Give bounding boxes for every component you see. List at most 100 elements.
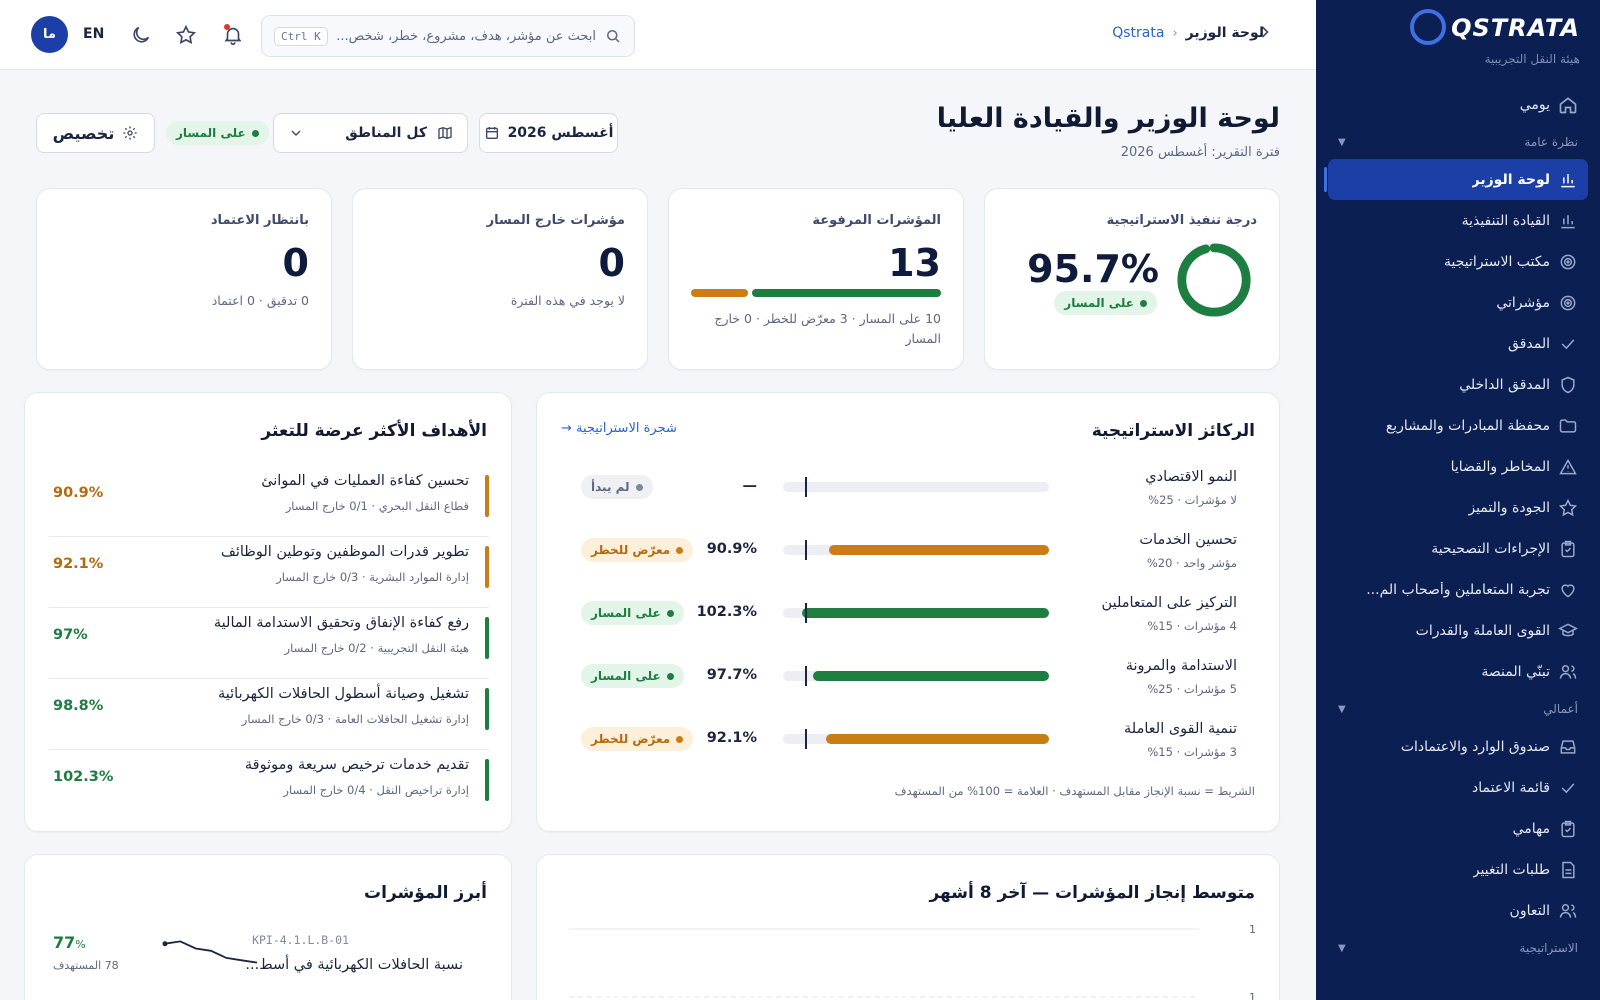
sidebar-section-header[interactable]: نظرة عامة ▼ (1328, 125, 1588, 159)
app-logo[interactable]: QSTRATA (1410, 8, 1580, 50)
goal-row[interactable]: تشغيل وصيانة أسطول الحافلات الكهربائية إد… (49, 680, 489, 750)
sidebar-item[interactable]: تجربة المتعاملين وأصحاب الم... (1328, 569, 1588, 610)
sidebar-item[interactable]: القيادة التنفيذية (1328, 200, 1588, 241)
kpi-card-execution[interactable]: درجة تنفيذ الاستراتيجية 95.7% على المسار (984, 188, 1280, 370)
chevron-down-icon (291, 130, 301, 136)
sidebar-item[interactable]: المدقق (1328, 323, 1588, 364)
main-content: لوحة الوزير ‹ Qstrata Ctrl K EN ما لوحة … (0, 0, 1316, 1000)
sidebar-item-label: تبنّي المنصة (1481, 663, 1550, 680)
pillar-row[interactable]: تحسين الخدمات مؤشر واحد · 20% 90.9% معرّض ل… (537, 530, 1267, 582)
pillars-legend-note: الشريط = نسبة الإنجاز مقابل المستهدف · ا… (894, 784, 1255, 798)
bar-chart-icon (1561, 215, 1575, 229)
status-dot (251, 129, 259, 137)
global-search[interactable]: Ctrl K (261, 15, 635, 57)
inbox-icon (1560, 740, 1576, 754)
goal-name: تطوير قدرات الموظفين وتوطين الوظائف (220, 544, 469, 560)
sidebar-item[interactable]: المخاطر والقضايا (1328, 446, 1588, 487)
sidebar-item-label: الإجراءات التصحيحية (1431, 540, 1550, 557)
star-icon[interactable] (175, 24, 197, 46)
target-marker (805, 477, 808, 497)
sidebar-item-label: صندوق الوارد والاعتمادات (1400, 738, 1550, 755)
pillar-progress-track (783, 603, 1049, 623)
sidebar-item[interactable]: الإجراءات التصحيحية (1328, 528, 1588, 569)
sidebar-item-label: الجودة والتميز (1468, 499, 1550, 516)
clipboard-check-icon (1561, 540, 1575, 558)
search-icon (607, 30, 620, 43)
home-icon (1559, 97, 1577, 114)
search-input[interactable] (335, 28, 596, 44)
sidebar-item[interactable]: التعاون (1328, 890, 1588, 931)
status-badge: لم يبدأ (581, 475, 653, 499)
sidebar-item[interactable]: تبنّي المنصة (1328, 651, 1588, 692)
pillar-row[interactable]: الاستدامة والمرونة 5 مؤشرات · 25% 97.7% على… (537, 656, 1267, 708)
goal-percent: 98.8% (53, 698, 104, 714)
region-select[interactable]: كل المناطق (273, 113, 468, 153)
goal-row[interactable]: تطوير قدرات الموظفين وتوطين الوظائف إدارة… (49, 538, 489, 608)
pillar-progress-fill (826, 734, 1049, 744)
kpi-value: 13 (888, 241, 941, 285)
sidebar-item[interactable]: الجودة والتميز (1328, 487, 1588, 528)
pillar-row[interactable]: تنمية القوى العاملة 3 مؤشرات · 15% 92.1% مع… (537, 719, 1267, 771)
goal-row[interactable]: تحسين كفاءة العمليات في الموانئ قطاع النق… (49, 467, 489, 537)
users-icon (1559, 665, 1577, 679)
pillar-progress-track (783, 540, 1049, 560)
goal-percent: 102.3% (53, 769, 114, 785)
pillar-name: تنمية القوى العاملة (1124, 721, 1237, 737)
pillar-progress-track (783, 666, 1049, 686)
sidebar-item-home[interactable]: يومي (1328, 84, 1588, 125)
sidebar-item[interactable]: القوى العاملة والقدرات (1328, 610, 1588, 651)
check-icon (1561, 339, 1575, 350)
region-select-label: كل المناطق (345, 125, 427, 141)
panel-title: الأهداف الأكثر عرضة للتعثر (261, 421, 487, 441)
avatar[interactable]: ما (31, 16, 68, 53)
gauge-arc (1177, 243, 1251, 317)
sidebar-item[interactable]: مكتب الاستراتيجية (1328, 241, 1588, 282)
period-picker[interactable]: أغسطس 2026 (479, 113, 618, 153)
search-shortcut: Ctrl K (274, 26, 328, 46)
kpi-card-off-track[interactable]: مؤشرات خارج المسار 0 لا يوجد في هذه الفت… (352, 188, 648, 370)
star-icon (1558, 498, 1578, 517)
pillar-row[interactable]: النمو الاقتصادي لا مؤشرات · 25% — لم يبدأ (537, 467, 1267, 519)
kpi-sparkline (162, 940, 258, 964)
sidebar-section-title: أعمالي (1543, 702, 1578, 716)
sidebar-item[interactable]: طلبات التغيير (1328, 849, 1588, 890)
breadcrumb-separator: ‹ (1172, 25, 1178, 41)
sidebar-item[interactable]: قائمة الاعتماد (1328, 767, 1588, 808)
sidebar-item[interactable]: صندوق الوارد والاعتمادات (1328, 726, 1588, 767)
kpi-value: 0 (598, 241, 625, 285)
goal-meta: قطاع النقل البحري · 0/1 خارج المسار (285, 499, 469, 513)
kpi-card-raised[interactable]: المؤشرات المرفوعة 13 10 على المسار · 3 م… (668, 188, 964, 370)
pillar-meta: 4 مؤشرات · 15% (1147, 619, 1237, 633)
sidebar-item[interactable]: المدقق الداخلي (1328, 364, 1588, 405)
language-toggle[interactable]: EN (83, 26, 104, 42)
status-badge: معرّض للخطر (581, 538, 694, 562)
sidebar-section-header[interactable]: الاستراتيجية ▼ (1328, 931, 1588, 965)
moon-icon[interactable] (130, 24, 152, 46)
pillar-name: تحسين الخدمات (1139, 532, 1237, 548)
pillar-percent: 102.3% (696, 604, 757, 620)
pillar-row[interactable]: التركيز على المتعاملين 4 مؤشرات · 15% 102.… (537, 593, 1267, 645)
sidebar-item[interactable]: مهامي (1328, 808, 1588, 849)
breadcrumb-root-link[interactable]: Qstrata (1112, 25, 1164, 41)
sidebar-item-label: القيادة التنفيذية (1461, 212, 1550, 229)
y-tick-label: 100% (1249, 991, 1255, 1000)
kpi-card-pending[interactable]: بانتظار الاعتماد 0 0 تدقيق · 0 اعتماد (36, 188, 332, 370)
strategy-tree-link[interactable]: شجرة الاستراتيجية → (561, 421, 677, 436)
kpi-value-unit: % (75, 938, 86, 951)
status-badge: على المسار (581, 601, 684, 625)
sidebar-item[interactable]: لوحة الوزير (1324, 159, 1588, 200)
goal-row[interactable]: تقديم خدمات ترخيص سريعة وموثوقة إدارة ترا… (49, 751, 489, 821)
top-kpi-row[interactable]: KPI-4.1.L.B-01 نسبة الحافلات الكهربائية ف… (49, 925, 487, 985)
status-badge: على المسار (1054, 291, 1157, 315)
customize-button[interactable]: تخصيص (36, 113, 155, 153)
sidebar-item-label: مؤشراتي (1496, 294, 1550, 311)
status-badge-label: على المسار (591, 606, 661, 620)
status-badge: على المسار (581, 664, 684, 688)
goal-row[interactable]: رفع كفاءة الإنفاق وتحقيق الاستدامة المال… (49, 609, 489, 679)
sidebar-item[interactable]: محفظة المبادرات والمشاريع (1328, 405, 1588, 446)
sidebar-section-header[interactable]: أعمالي ▼ (1328, 692, 1588, 726)
heart-icon (1561, 584, 1575, 598)
pillar-name: التركيز على المتعاملين (1101, 595, 1237, 611)
kpi-value-number: 77 (53, 933, 76, 952)
sidebar-item[interactable]: مؤشراتي (1328, 282, 1588, 323)
